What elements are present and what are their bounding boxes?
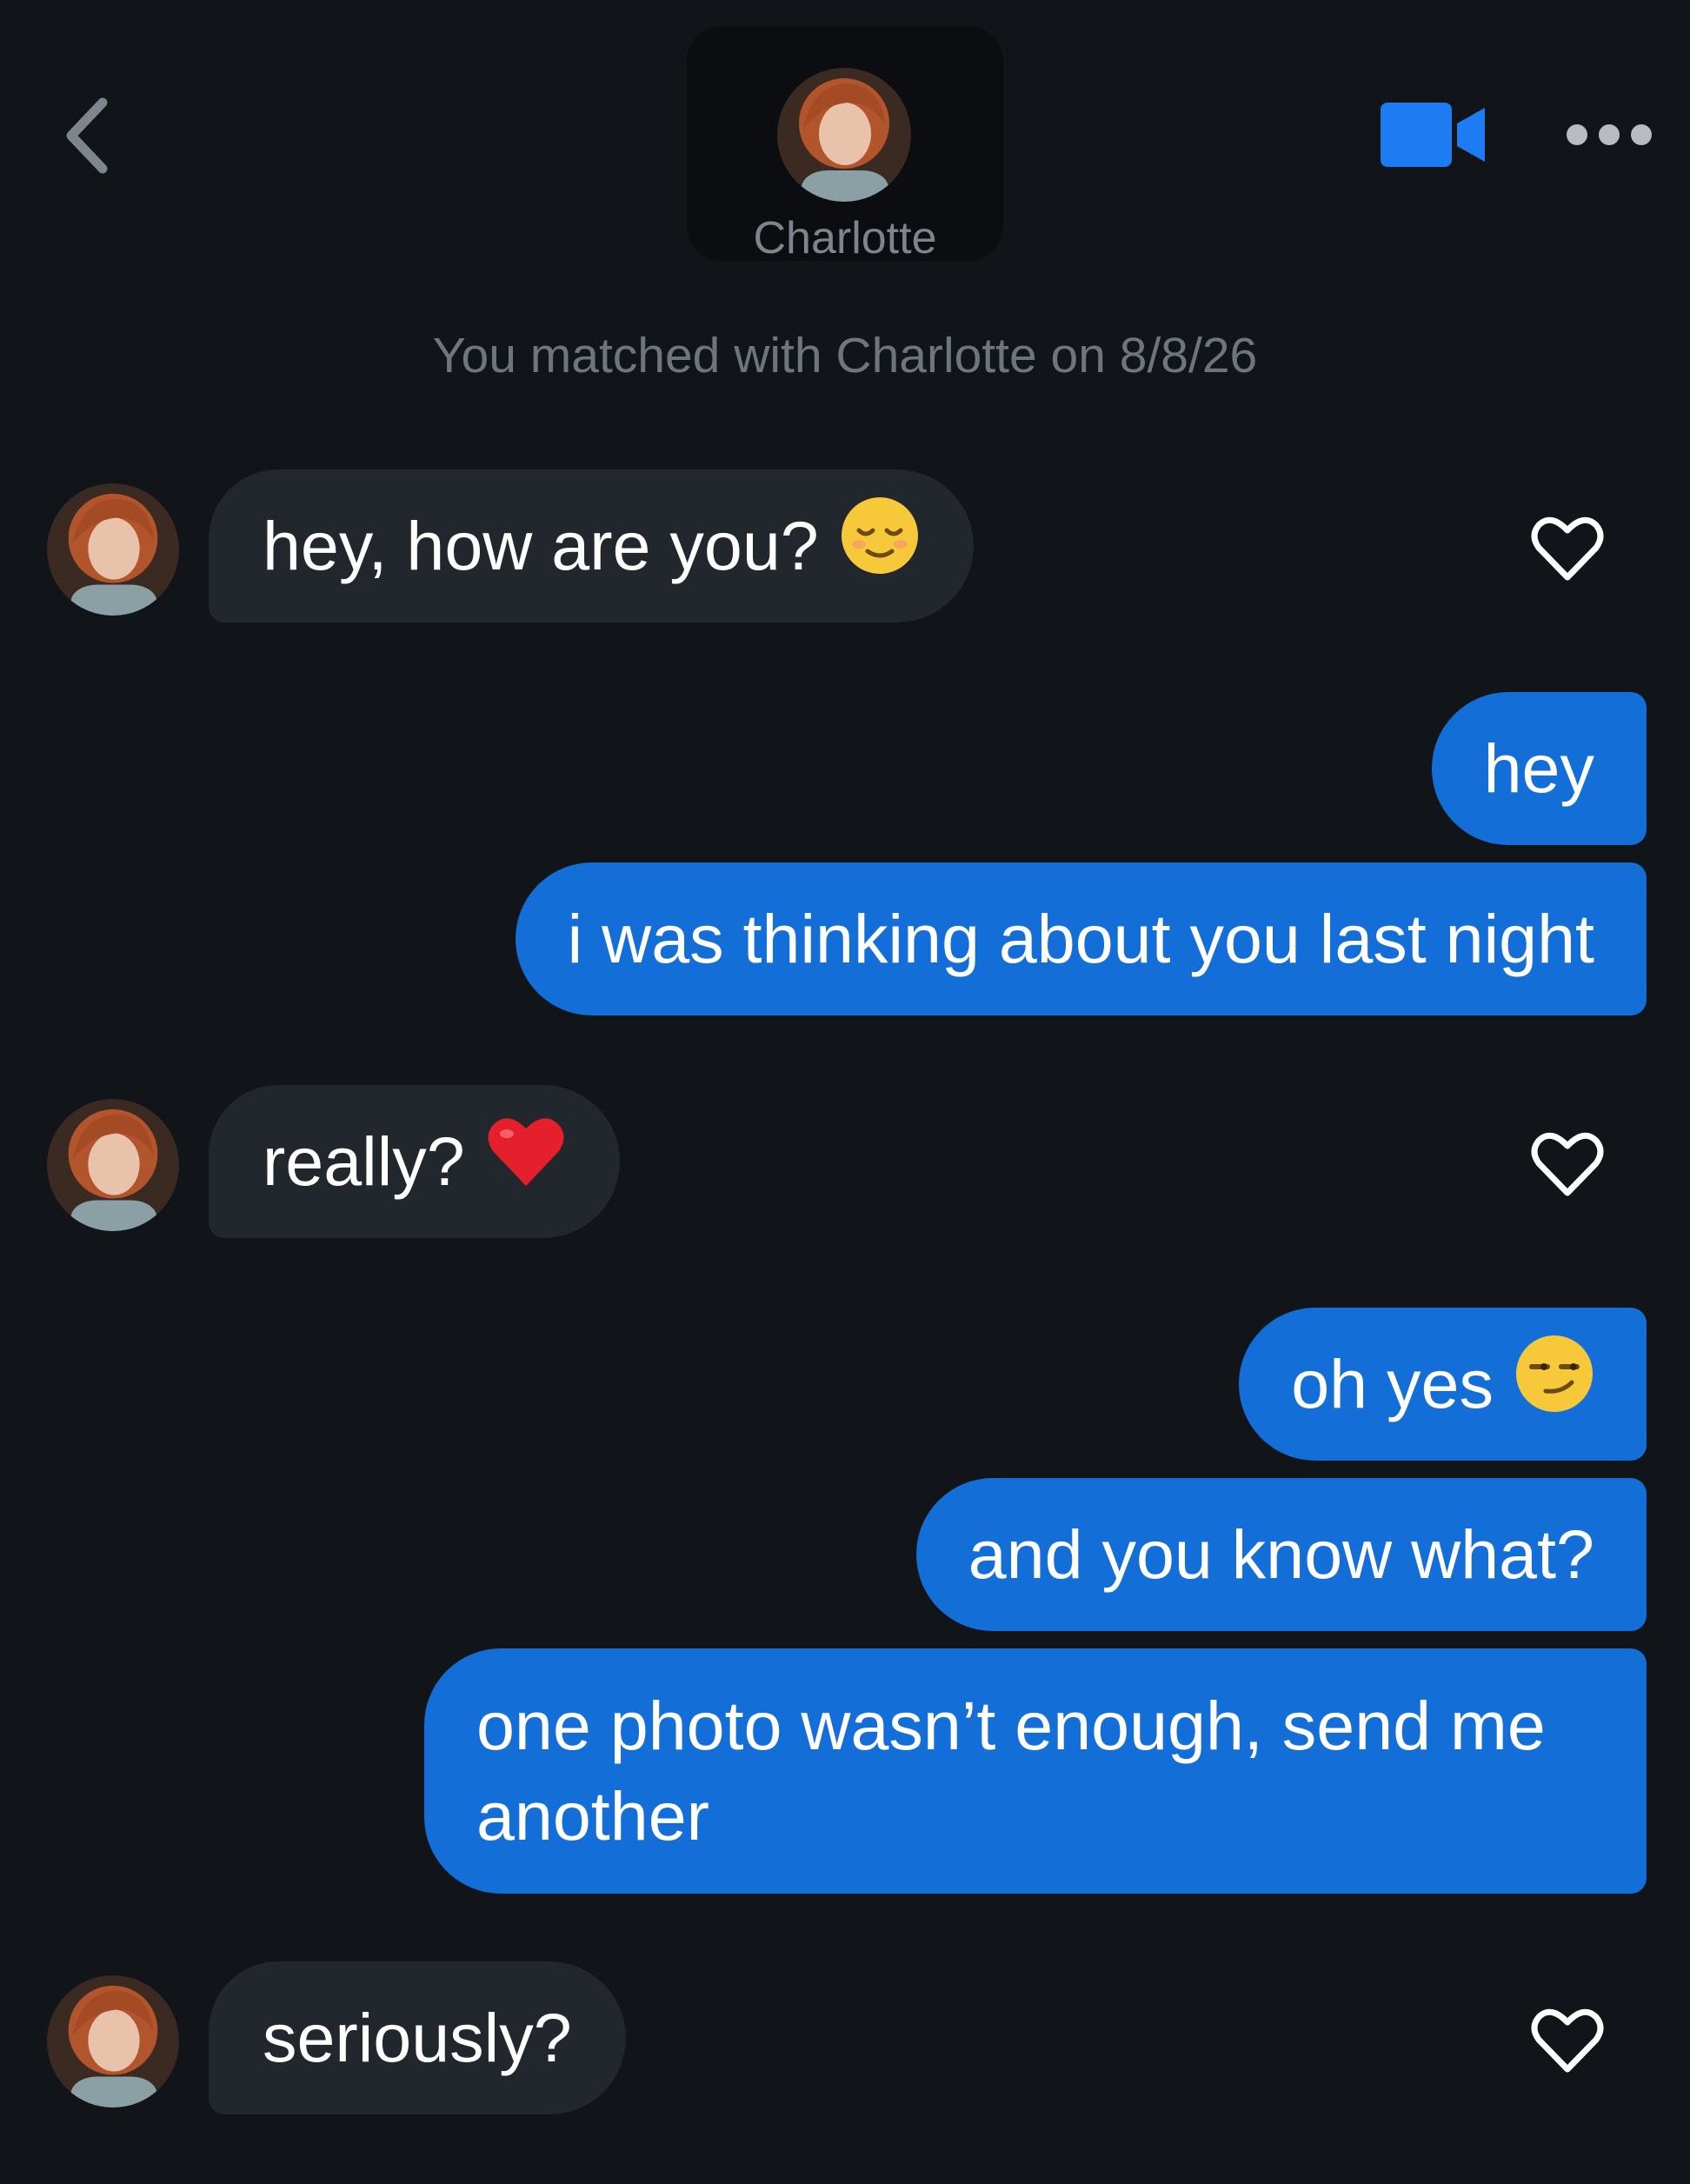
incoming-message-bubble[interactable]: really? (209, 1085, 620, 1238)
avatar[interactable] (47, 1099, 179, 1231)
video-call-button[interactable] (1377, 97, 1492, 172)
like-message-button[interactable] (1528, 2001, 1607, 2080)
outgoing-message-bubble[interactable]: oh yes (1239, 1308, 1647, 1461)
message-text: hey (1483, 729, 1594, 807)
header-avatar[interactable] (777, 68, 911, 202)
outgoing-message-bubble[interactable]: and you know what? (915, 1478, 1647, 1631)
incoming-message-bubble[interactable]: hey, how are you? (209, 469, 974, 623)
heart-outline-icon (1531, 1132, 1604, 1196)
outgoing-message-bubble[interactable]: one photo wasn’t enough, send me another (424, 1648, 1647, 1894)
message-row: really? (0, 1085, 1690, 1242)
relieved-face-emoji (840, 496, 920, 597)
outgoing-message-bubble[interactable]: hey (1431, 692, 1647, 845)
back-button[interactable] (49, 83, 127, 188)
chat-header: Charlotte (0, 0, 1690, 296)
like-message-button[interactable] (1528, 1125, 1607, 1203)
more-options-button[interactable] (1561, 113, 1657, 156)
avatar[interactable] (47, 1975, 179, 2107)
heart-outline-icon (1531, 2008, 1604, 2073)
match-notice: You matched with Charlotte on 8/8/26 (432, 328, 1258, 383)
avatar[interactable] (47, 483, 179, 616)
video-camera-icon (1381, 103, 1485, 167)
avatar-photo-icon (777, 68, 911, 202)
message-text: and you know what? (968, 1515, 1594, 1593)
heart-outline-icon (1531, 516, 1604, 581)
message-text: really? (263, 1122, 465, 1200)
avatar-photo-icon (47, 1099, 179, 1231)
contact-name[interactable]: Charlotte (687, 212, 1003, 264)
message-text: one photo wasn’t enough, send me another (476, 1687, 1546, 1854)
message-text: oh yes (1291, 1345, 1494, 1422)
incoming-message-bubble[interactable]: seriously? (209, 1961, 626, 2114)
smirking-face-emoji (1514, 1334, 1594, 1435)
message-row: seriously? (0, 1961, 1690, 2118)
like-message-button[interactable] (1528, 509, 1607, 588)
message-text: hey, how are you? (263, 507, 819, 584)
message-text: seriously? (263, 1999, 572, 2076)
avatar-photo-icon (47, 483, 179, 616)
message-row: hey, how are you? (0, 469, 1690, 626)
more-horizontal-icon (1567, 124, 1652, 145)
outgoing-message-bubble[interactable]: i was thinking about you last night (515, 862, 1647, 1015)
red-heart-emoji (486, 1111, 566, 1213)
chevron-left-icon (66, 97, 108, 174)
message-text: i was thinking about you last night (567, 900, 1594, 977)
avatar-photo-icon (47, 1975, 179, 2107)
